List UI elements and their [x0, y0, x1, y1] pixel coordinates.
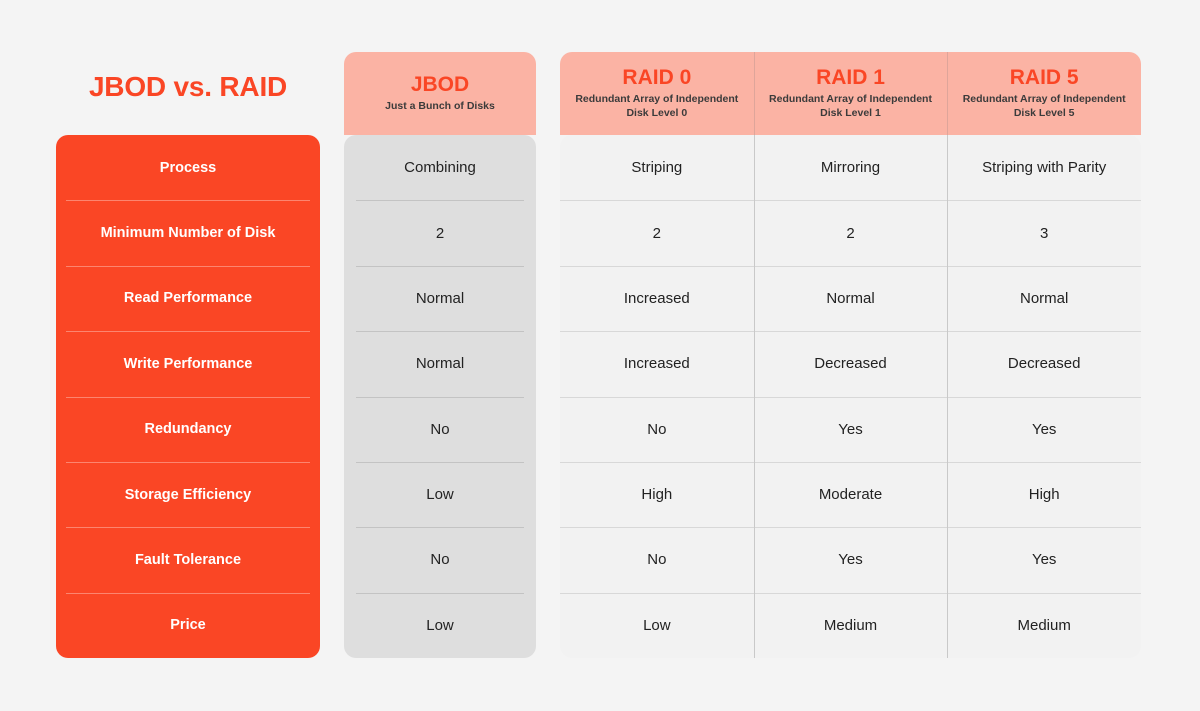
- raid-1-value-minimum-number-of-disk: 2: [753, 200, 948, 265]
- raid-5-subtitle: Redundant Array of Independent Disk Leve…: [962, 93, 1126, 120]
- raid-1-value-process: Mirroring: [820, 159, 881, 177]
- row-label-read-performance: Read Performance: [56, 265, 320, 331]
- raid-1-title: RAID 1: [816, 66, 885, 90]
- row-label-column: Process Minimum Number of Disk Read Perf…: [56, 135, 320, 658]
- jbod-value-process: Combining: [404, 159, 476, 177]
- raid-0-value-fault-tolerance: No: [560, 527, 754, 592]
- raid-1-value-redundancy: Yes: [753, 396, 948, 462]
- row-label-minimum-number-of-disk: Minimum Number of Disk: [56, 200, 320, 265]
- raid-1-value-write-performance: Decreased: [753, 331, 948, 396]
- raid-1-value-price: Medium: [753, 592, 948, 658]
- column-jbod-values: Combining 2 Normal Normal No Low No Low: [344, 135, 536, 658]
- row-label-process: Process: [159, 159, 217, 176]
- page-title: JBOD vs. RAID: [88, 71, 288, 102]
- raid-0-value-redundancy: No: [560, 396, 754, 462]
- raid-5-value-fault-tolerance: Yes: [947, 527, 1141, 592]
- raid-1-value-read-performance: Normal: [753, 265, 948, 331]
- column-raid-1-values: Mirroring 2 Normal Decreased Yes Moderat…: [753, 135, 948, 658]
- jbod-subtitle: Just a Bunch of Disks: [385, 100, 495, 113]
- jbod-value-minimum-number-of-disk: 2: [344, 200, 536, 265]
- raid-0-value-write-performance: Increased: [560, 331, 754, 396]
- raid-5-value-process: Striping with Parity: [982, 159, 1107, 177]
- raid-5-value-write-performance: Decreased: [947, 331, 1141, 396]
- raid-1-value-fault-tolerance: Yes: [753, 527, 948, 592]
- row-label-storage-efficiency: Storage Efficiency: [56, 461, 320, 527]
- raid-5-value-read-performance: Normal: [947, 265, 1141, 331]
- raid-0-value-minimum-number-of-disk: 2: [560, 200, 754, 265]
- raid-1-subtitle: Redundant Array of Independent Disk Leve…: [769, 93, 932, 120]
- raid-0-value-read-performance: Increased: [560, 265, 754, 331]
- jbod-title: JBOD: [410, 73, 470, 97]
- jbod-value-read-performance: Normal: [344, 265, 536, 331]
- raid-0-title: RAID 0: [622, 66, 692, 90]
- raid-5-value-price: Medium: [947, 592, 1141, 658]
- comparison-infographic: JBOD vs. RAID Process Minimum Number of …: [0, 0, 1200, 711]
- row-label-price: Price: [56, 592, 320, 658]
- row-label-redundancy: Redundancy: [56, 396, 320, 462]
- raid-5-value-minimum-number-of-disk: 3: [947, 200, 1141, 265]
- jbod-value-price: Low: [344, 592, 536, 658]
- jbod-value-storage-efficiency: Low: [344, 461, 536, 527]
- row-label-fault-tolerance: Fault Tolerance: [56, 527, 320, 592]
- raid-values-table: Striping 2 Increased Increased No High N…: [560, 135, 1141, 658]
- raid-0-value-price: Low: [560, 592, 754, 658]
- column-header-raid-0: RAID 0 Redundant Array of Independent Di…: [560, 52, 754, 135]
- jbod-value-write-performance: Normal: [344, 331, 536, 396]
- column-raid-0-values: Striping 2 Increased Increased No High N…: [560, 135, 754, 658]
- raid-0-value-storage-efficiency: High: [560, 461, 754, 527]
- raid-0-subtitle: Redundant Array of Independent Disk Leve…: [575, 93, 739, 120]
- column-header-raid-5: RAID 5 Redundant Array of Independent Di…: [947, 52, 1141, 135]
- column-header-raid-1: RAID 1 Redundant Array of Independent Di…: [753, 52, 948, 135]
- raid-5-value-redundancy: Yes: [947, 396, 1141, 462]
- raid-5-title: RAID 5: [1009, 66, 1079, 90]
- column-header-jbod: JBOD Just a Bunch of Disks: [344, 52, 536, 135]
- jbod-value-fault-tolerance: No: [344, 527, 536, 592]
- column-raid-5-values: Striping with Parity 3 Normal Decreased …: [947, 135, 1141, 658]
- jbod-value-redundancy: No: [344, 396, 536, 462]
- raid-5-value-storage-efficiency: High: [947, 461, 1141, 527]
- raid-1-value-storage-efficiency: Moderate: [753, 461, 948, 527]
- row-label-write-performance: Write Performance: [56, 331, 320, 396]
- raid-headers: RAID 0 Redundant Array of Independent Di…: [560, 52, 1141, 135]
- raid-0-value-process: Striping: [631, 159, 683, 177]
